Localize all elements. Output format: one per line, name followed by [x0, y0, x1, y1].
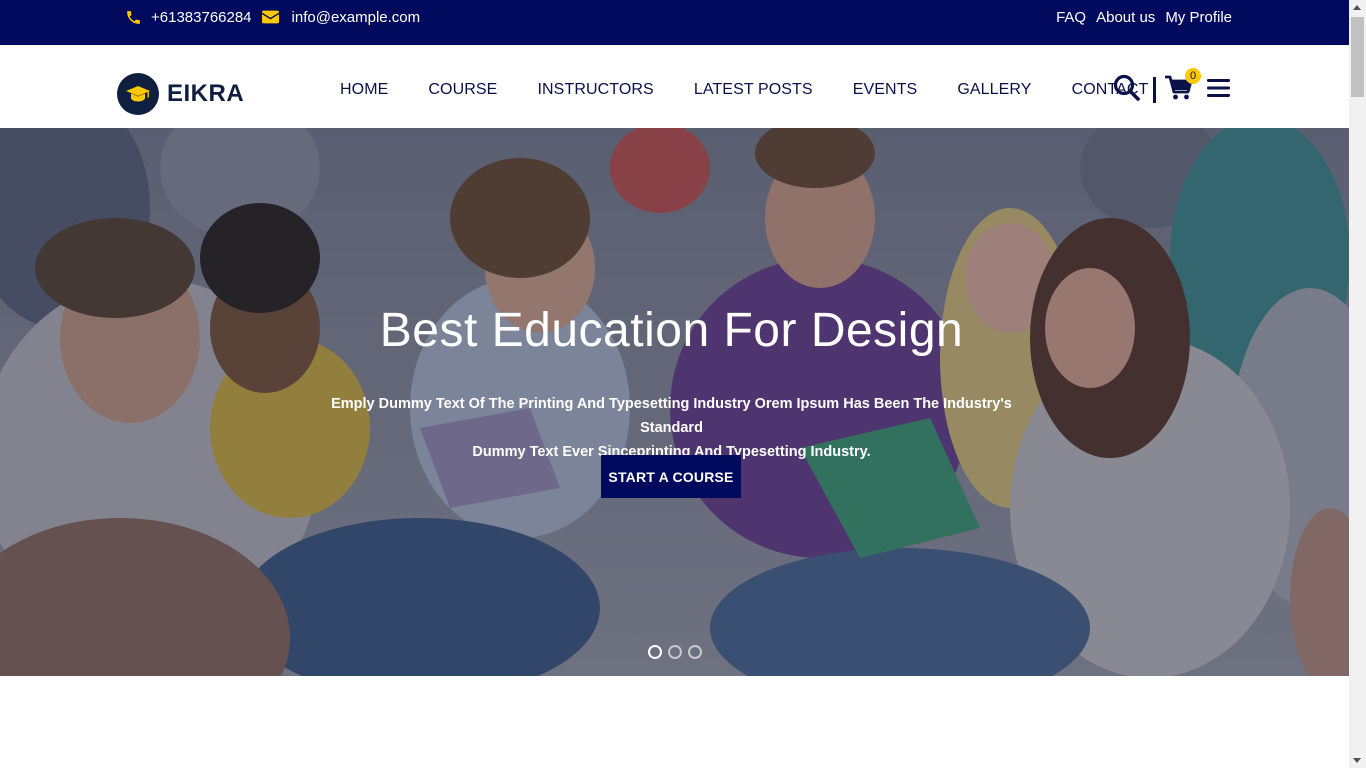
main-nav: HOME COURSE INSTRUCTORS LATEST POSTS EVE… [320, 75, 1168, 105]
top-links: FAQ About us My Profile [1046, 0, 1232, 34]
header-actions: 0 [1113, 67, 1230, 106]
main-header: EIKRA HOME COURSE INSTRUCTORS LATEST POS… [0, 45, 1349, 128]
envelope-icon [261, 10, 279, 24]
contact-info: +61383766284 info@example.com [125, 0, 420, 34]
nav-gallery[interactable]: GALLERY [937, 81, 1051, 99]
scroll-up-arrow-icon[interactable] [1353, 5, 1361, 10]
nav-events[interactable]: EVENTS [833, 81, 938, 99]
nav-home[interactable]: HOME [320, 81, 408, 99]
start-course-button[interactable]: START A COURSE [601, 455, 741, 498]
hero-slider: Best Education For Design Emply Dummy Te… [0, 128, 1349, 676]
phone-icon [125, 9, 142, 26]
graduation-cap-icon [117, 73, 159, 115]
about-us-link[interactable]: About us [1096, 9, 1155, 26]
phone-item[interactable]: +61383766284 [125, 9, 252, 26]
cart-button[interactable]: 0 [1164, 67, 1201, 106]
hero-title: Best Education For Design [379, 304, 964, 357]
logo[interactable]: EIKRA [117, 73, 244, 115]
email-address: info@example.com [291, 8, 421, 26]
scrollbar-thumb[interactable] [1351, 17, 1364, 97]
slider-dot-1[interactable] [648, 645, 662, 659]
cart-icon [1164, 75, 1193, 105]
page: +61383766284 info@example.com FAQ About … [0, 0, 1349, 768]
search-icon[interactable] [1113, 74, 1140, 106]
logo-text: EIKRA [167, 80, 245, 107]
email-item[interactable]: info@example.com [261, 8, 421, 26]
scroll-down-arrow-icon[interactable] [1353, 758, 1361, 763]
top-bar: +61383766284 info@example.com FAQ About … [0, 0, 1349, 45]
cart-count-badge: 0 [1185, 67, 1201, 84]
hero-description-line-1: Emply Dummy Text Of The Printing And Typ… [331, 396, 1012, 436]
nav-course[interactable]: COURSE [408, 81, 517, 99]
slider-dot-3[interactable] [688, 645, 702, 659]
divider [1153, 77, 1156, 103]
vertical-scrollbar[interactable] [1349, 0, 1366, 768]
slider-dot-2[interactable] [668, 645, 682, 659]
hamburger-icon[interactable] [1207, 78, 1230, 103]
nav-latest-posts[interactable]: LATEST POSTS [674, 81, 833, 99]
faq-link[interactable]: FAQ [1056, 9, 1086, 26]
my-profile-link[interactable]: My Profile [1165, 9, 1232, 26]
slider-dots [648, 645, 708, 659]
hero-description: Emply Dummy Text Of The Printing And Typ… [318, 392, 1025, 464]
nav-instructors[interactable]: INSTRUCTORS [517, 81, 673, 99]
phone-number: +61383766284 [151, 8, 252, 26]
